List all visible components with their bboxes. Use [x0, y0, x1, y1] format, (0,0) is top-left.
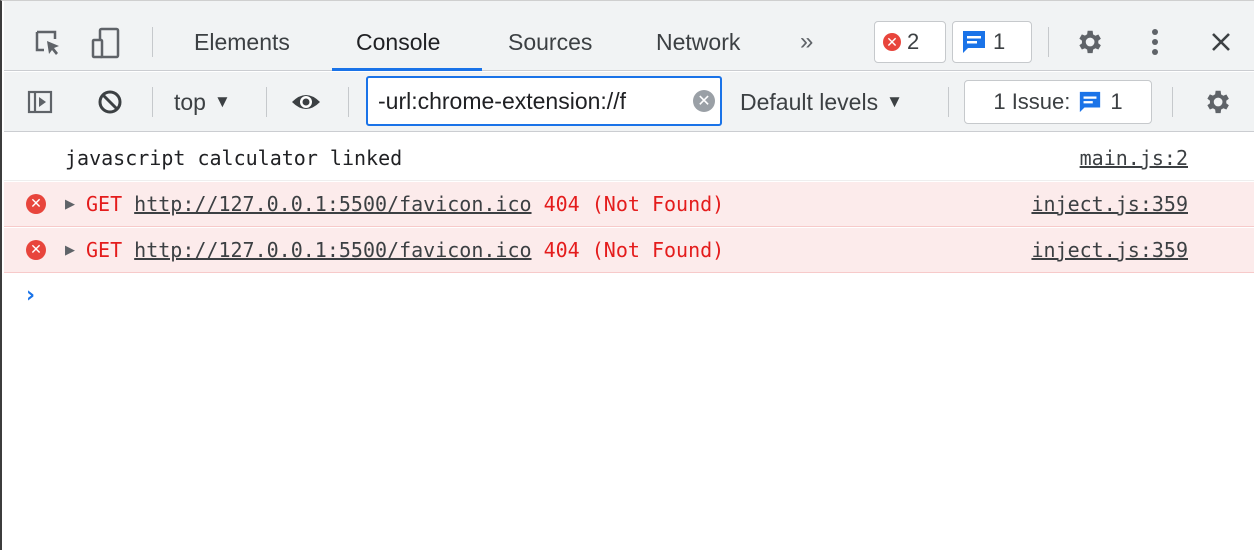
- toolbar-divider: [948, 87, 949, 117]
- console-error-row[interactable]: ✕ ▶ GET http://127.0.0.1:5500/favicon.ic…: [4, 228, 1254, 273]
- inspect-element-icon[interactable]: [28, 23, 68, 63]
- issues-label: 1 Issue:: [993, 89, 1071, 114]
- tab-elements[interactable]: Elements: [194, 13, 290, 71]
- toolbar-divider: [348, 87, 349, 117]
- gear-icon[interactable]: [1200, 85, 1234, 119]
- expand-triangle-icon[interactable]: ▶: [65, 197, 75, 212]
- source-link[interactable]: inject.js:359: [1031, 192, 1188, 216]
- source-link[interactable]: inject.js:359: [1031, 238, 1188, 262]
- log-levels-dropdown[interactable]: Default levels ▼: [740, 72, 903, 132]
- issues-button[interactable]: 1 Issue: 1: [964, 80, 1152, 124]
- message-icon: [961, 29, 987, 55]
- eye-icon[interactable]: [288, 86, 324, 118]
- kebab-menu-icon[interactable]: [1142, 25, 1168, 59]
- error-status: 404 (Not Found): [543, 192, 725, 216]
- tab-sources[interactable]: Sources: [508, 13, 592, 71]
- active-tab-indicator: [332, 68, 482, 71]
- console-prompt[interactable]: ›: [26, 283, 35, 308]
- error-icon: ✕: [26, 194, 46, 214]
- error-count: 2: [907, 29, 920, 54]
- console-error-row[interactable]: ✕ ▶ GET http://127.0.0.1:5500/favicon.ic…: [4, 182, 1254, 227]
- tabbar-top-strip: [4, 1, 1254, 13]
- source-link[interactable]: main.js:2: [1080, 146, 1188, 170]
- context-selector[interactable]: top ▼: [174, 72, 231, 132]
- tab-network[interactable]: Network: [656, 13, 740, 71]
- error-message: GET http://127.0.0.1:5500/favicon.ico 40…: [86, 238, 724, 262]
- context-label: top: [174, 88, 206, 115]
- device-toolbar-icon[interactable]: [86, 23, 126, 63]
- error-icon: ✕: [26, 240, 46, 260]
- error-url-link[interactable]: http://127.0.0.1:5500/favicon.ico: [134, 192, 531, 216]
- message-icon: [1078, 90, 1102, 114]
- error-status: 404 (Not Found): [543, 238, 725, 262]
- clear-console-icon[interactable]: [94, 86, 126, 118]
- gear-icon[interactable]: [1072, 25, 1106, 59]
- error-method: GET: [86, 192, 123, 216]
- errors-counter-button[interactable]: ✕ 2: [874, 21, 946, 63]
- issues-count: 1: [1110, 89, 1123, 114]
- clear-input-icon[interactable]: ✕: [693, 90, 715, 112]
- toolbar-divider: [152, 87, 153, 117]
- toolbar-divider: [266, 87, 267, 117]
- devtools-window: Elements Console Sources Network » ✕ 2 1: [0, 0, 1254, 550]
- toolbar-divider: [1172, 87, 1173, 117]
- log-levels-label: Default levels: [740, 88, 879, 115]
- toolbar-divider: [1048, 27, 1049, 57]
- error-method: GET: [86, 238, 123, 262]
- caret-down-icon: ▼: [886, 92, 903, 111]
- filter-input[interactable]: [378, 87, 688, 115]
- error-message: GET http://127.0.0.1:5500/favicon.ico 40…: [86, 192, 724, 216]
- sidebar-toggle-icon[interactable]: [24, 86, 56, 118]
- error-url-link[interactable]: http://127.0.0.1:5500/favicon.ico: [134, 238, 531, 262]
- error-icon: ✕: [883, 33, 901, 51]
- message-count: 1: [993, 29, 1006, 54]
- messages-counter-button[interactable]: 1: [952, 21, 1032, 63]
- console-log-row: javascript calculator linked main.js:2: [4, 136, 1254, 181]
- console-toolbar: top ▼ ✕ Default levels ▼ 1 Issue:: [4, 72, 1254, 132]
- more-tabs-button[interactable]: »: [800, 13, 813, 71]
- devtools-tabbar: Elements Console Sources Network » ✕ 2 1: [4, 13, 1254, 71]
- toolbar-divider: [152, 27, 153, 57]
- expand-triangle-icon[interactable]: ▶: [65, 243, 75, 258]
- caret-down-icon: ▼: [213, 92, 231, 111]
- log-message: javascript calculator linked: [65, 146, 403, 170]
- filter-input-box[interactable]: ✕: [366, 76, 722, 126]
- close-icon[interactable]: [1204, 25, 1238, 59]
- tab-console[interactable]: Console: [356, 13, 440, 71]
